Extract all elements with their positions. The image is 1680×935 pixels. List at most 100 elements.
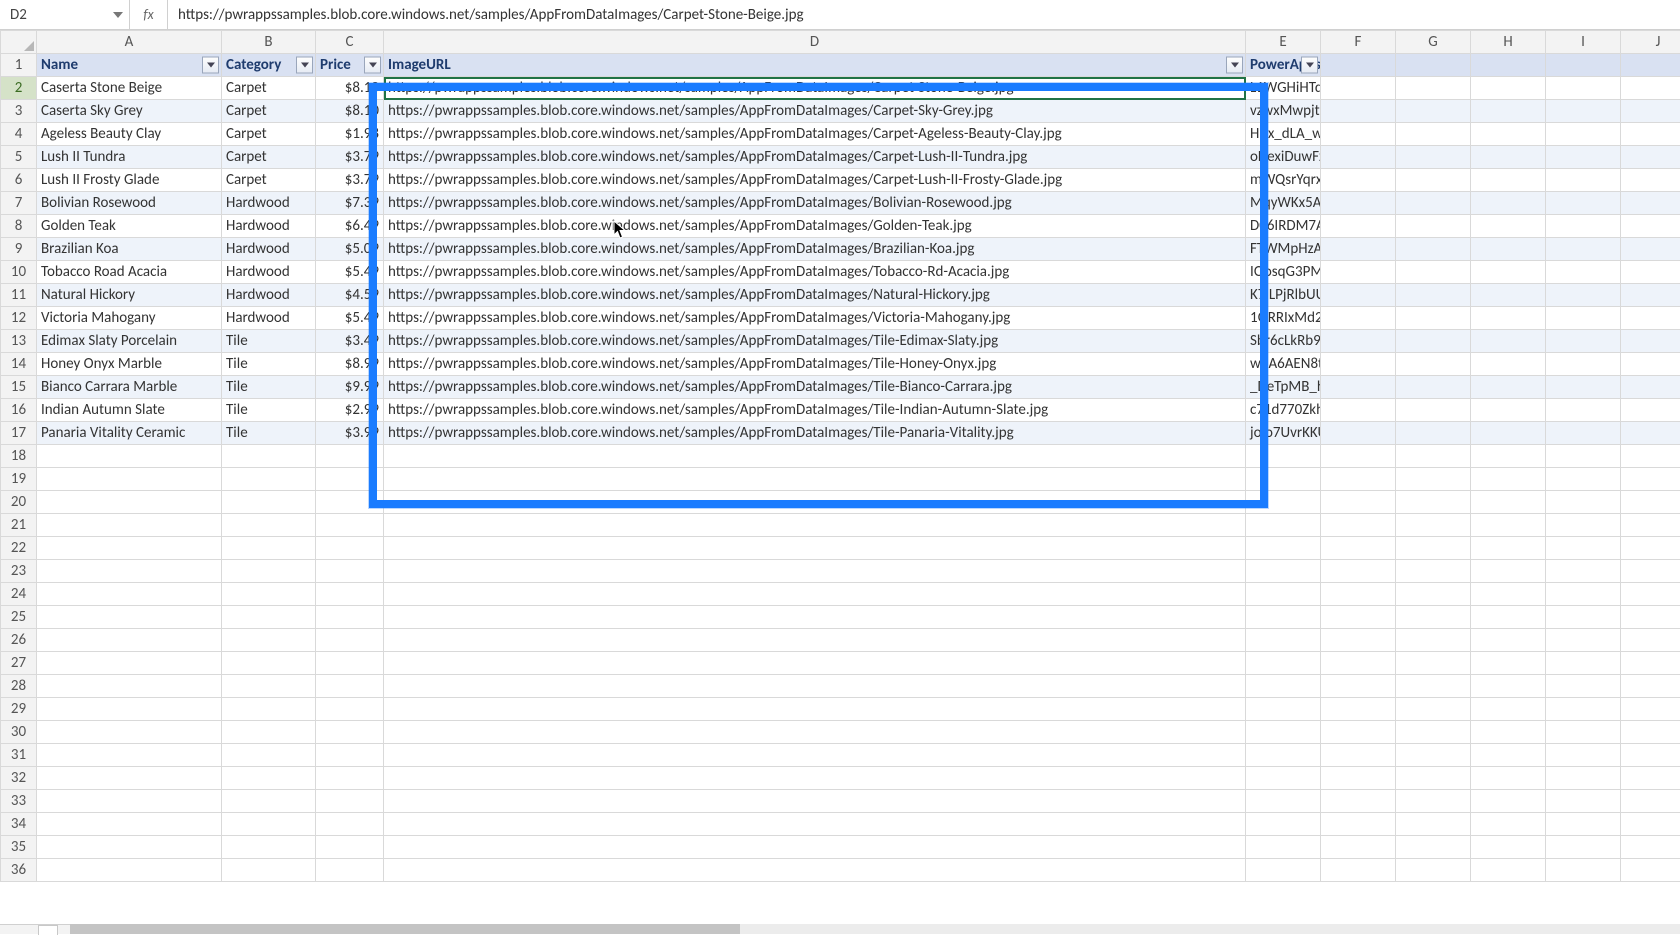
cell[interactable] <box>1246 560 1321 583</box>
cell[interactable] <box>1546 652 1621 675</box>
cell[interactable] <box>37 537 222 560</box>
cell[interactable] <box>1321 376 1396 399</box>
cell[interactable] <box>1246 790 1321 813</box>
cell-name[interactable]: Panaria Vitality Ceramic <box>37 422 222 445</box>
cell[interactable] <box>1321 146 1396 169</box>
cell[interactable] <box>384 537 1246 560</box>
cell[interactable] <box>37 767 222 790</box>
cell-imageurl[interactable]: https://pwrappssamples.blob.core.windows… <box>384 215 1246 238</box>
cell-name[interactable]: Golden Teak <box>37 215 222 238</box>
cell[interactable] <box>1546 100 1621 123</box>
cell[interactable] <box>222 445 316 468</box>
cell[interactable] <box>222 675 316 698</box>
cell[interactable] <box>1396 422 1471 445</box>
row-header-32[interactable]: 32 <box>1 767 37 790</box>
cell-name[interactable]: Lush II Frosty Glade <box>37 169 222 192</box>
cell-price[interactable]: $3.79 <box>316 169 384 192</box>
cell[interactable] <box>1321 77 1396 100</box>
cell[interactable] <box>1546 146 1621 169</box>
cell[interactable] <box>1471 422 1546 445</box>
cell[interactable] <box>1321 238 1396 261</box>
cell-price[interactable]: $3.99 <box>316 422 384 445</box>
cell-category[interactable]: Carpet <box>222 123 316 146</box>
cell[interactable] <box>1471 813 1546 836</box>
cell-powerappsid[interactable]: jolo7UvrKKU <box>1246 422 1321 445</box>
cell[interactable] <box>1246 537 1321 560</box>
cell[interactable] <box>222 514 316 537</box>
cell[interactable] <box>316 514 384 537</box>
cell[interactable] <box>37 560 222 583</box>
cell[interactable] <box>37 583 222 606</box>
cell[interactable] <box>37 468 222 491</box>
cell-name[interactable]: Bolivian Rosewood <box>37 192 222 215</box>
cell-imageurl[interactable]: https://pwrappssamples.blob.core.windows… <box>384 100 1246 123</box>
cell[interactable] <box>1396 767 1471 790</box>
cell[interactable] <box>1471 238 1546 261</box>
cell[interactable] <box>1546 445 1621 468</box>
cell[interactable] <box>384 583 1246 606</box>
row-header-5[interactable]: 5 <box>1 146 37 169</box>
cell[interactable] <box>1396 468 1471 491</box>
cell[interactable] <box>222 652 316 675</box>
cell-imageurl[interactable]: https://pwrappssamples.blob.core.windows… <box>384 376 1246 399</box>
cell-name[interactable]: Ageless Beauty Clay <box>37 123 222 146</box>
cell-imageurl[interactable]: https://pwrappssamples.blob.core.windows… <box>384 238 1246 261</box>
cell[interactable] <box>1321 537 1396 560</box>
cell[interactable] <box>222 698 316 721</box>
cell[interactable] <box>1471 284 1546 307</box>
cell-price[interactable]: $9.99 <box>316 376 384 399</box>
cell-price[interactable]: $8.99 <box>316 353 384 376</box>
cell[interactable] <box>1471 399 1546 422</box>
cell[interactable] <box>1546 261 1621 284</box>
row-header-21[interactable]: 21 <box>1 514 37 537</box>
cell-price[interactable]: $2.99 <box>316 399 384 422</box>
cell[interactable] <box>222 836 316 859</box>
cell[interactable] <box>1621 767 1680 790</box>
cell[interactable] <box>1321 652 1396 675</box>
cell-category[interactable]: Hardwood <box>222 261 316 284</box>
cell-imageurl[interactable]: https://pwrappssamples.blob.core.windows… <box>384 307 1246 330</box>
cell[interactable] <box>316 445 384 468</box>
cell[interactable] <box>1621 399 1680 422</box>
cell[interactable] <box>1471 744 1546 767</box>
cell[interactable] <box>1471 100 1546 123</box>
name-box[interactable]: D2 <box>0 0 130 29</box>
cell-name[interactable]: Victoria Mahogany <box>37 307 222 330</box>
cell[interactable] <box>1321 606 1396 629</box>
cell[interactable] <box>1546 422 1621 445</box>
cell[interactable] <box>1396 100 1471 123</box>
cell[interactable] <box>1621 698 1680 721</box>
cell[interactable] <box>1471 307 1546 330</box>
cell[interactable] <box>1246 583 1321 606</box>
cell[interactable] <box>1321 721 1396 744</box>
cell[interactable] <box>37 514 222 537</box>
cell[interactable] <box>1621 284 1680 307</box>
cell-imageurl[interactable]: https://pwrappssamples.blob.core.windows… <box>384 353 1246 376</box>
cell[interactable] <box>1546 813 1621 836</box>
cell[interactable] <box>1321 560 1396 583</box>
cell[interactable] <box>316 836 384 859</box>
cell[interactable] <box>1396 514 1471 537</box>
cell[interactable] <box>222 859 316 882</box>
filter-button-powerappsid[interactable] <box>1301 57 1318 74</box>
cell[interactable] <box>1321 836 1396 859</box>
cell[interactable] <box>1321 629 1396 652</box>
cell-imageurl[interactable]: https://pwrappssamples.blob.core.windows… <box>384 146 1246 169</box>
cell[interactable] <box>1321 813 1396 836</box>
cell[interactable] <box>222 767 316 790</box>
cell[interactable] <box>1546 560 1621 583</box>
cell[interactable] <box>1471 675 1546 698</box>
cell[interactable] <box>222 537 316 560</box>
cell[interactable] <box>1471 491 1546 514</box>
row-header-14[interactable]: 14 <box>1 353 37 376</box>
col-header-E[interactable]: E <box>1246 31 1321 54</box>
cell-imageurl[interactable]: https://pwrappssamples.blob.core.windows… <box>384 284 1246 307</box>
cell[interactable] <box>316 560 384 583</box>
cell[interactable] <box>1321 399 1396 422</box>
cell[interactable] <box>1471 629 1546 652</box>
row-header-35[interactable]: 35 <box>1 836 37 859</box>
cell[interactable] <box>1621 146 1680 169</box>
cell-imageurl[interactable]: https://pwrappssamples.blob.core.windows… <box>384 399 1246 422</box>
cell-price[interactable]: $5.49 <box>316 307 384 330</box>
cell[interactable] <box>1396 836 1471 859</box>
